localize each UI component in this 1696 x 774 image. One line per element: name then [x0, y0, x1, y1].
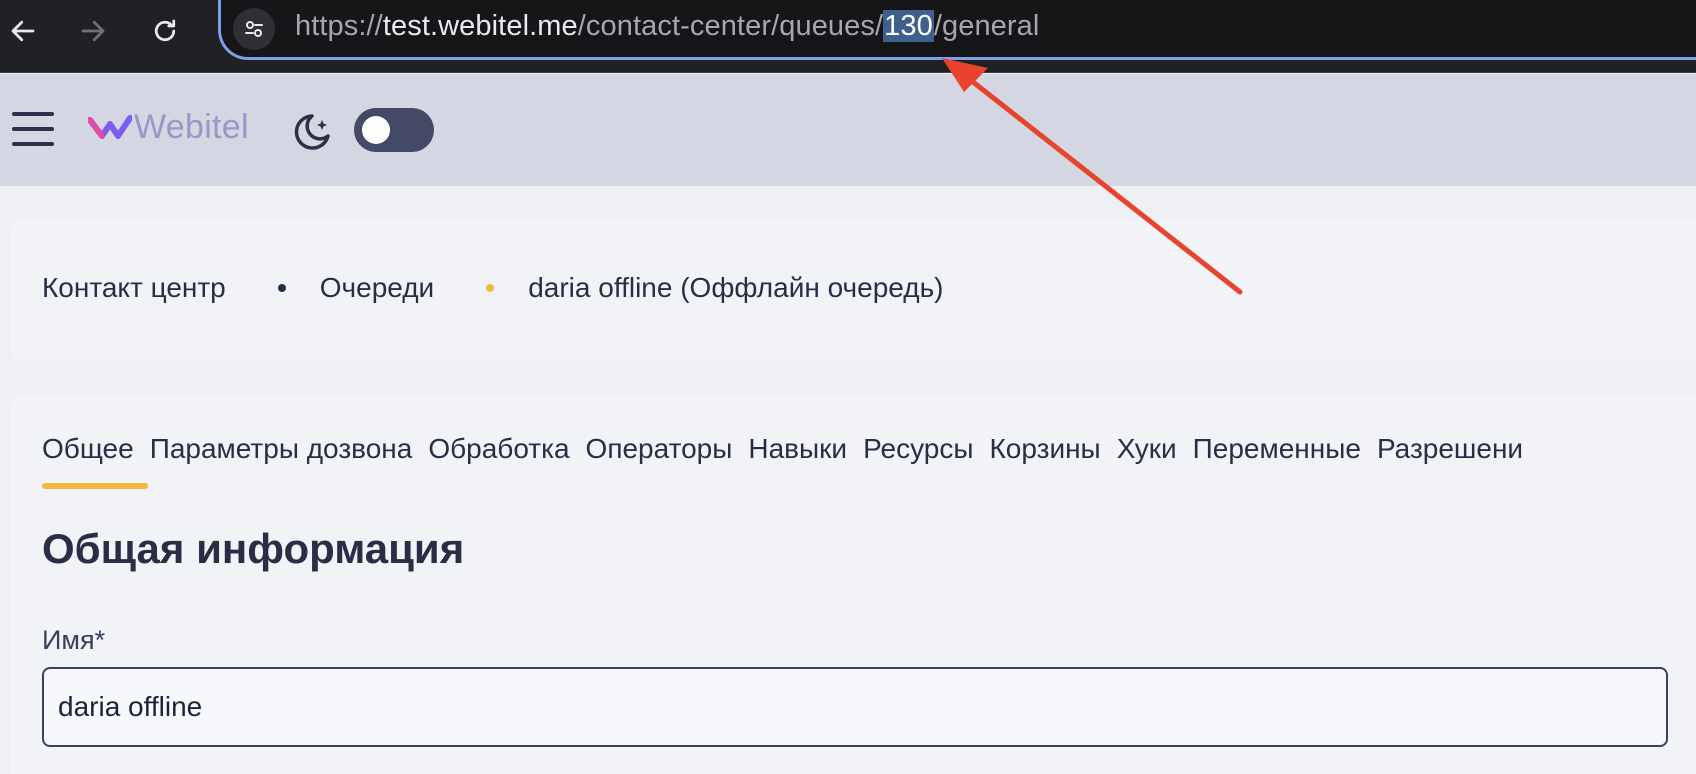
hamburger-icon-line: [12, 142, 54, 146]
main-card: Общее Параметры дозвона Обработка Операт…: [10, 395, 1696, 774]
breadcrumb-item-queues[interactable]: Очереди: [320, 272, 434, 304]
breadcrumb: Контакт центр Очереди daria offline (Офф…: [42, 272, 944, 304]
breadcrumb-separator-current: [486, 284, 495, 292]
url-path-end: /general: [933, 10, 1040, 42]
tab-bar: Общее Параметры дозвона Обработка Операт…: [42, 433, 1539, 465]
tab-buckets[interactable]: Корзины: [989, 433, 1100, 465]
back-button[interactable]: [0, 8, 46, 54]
forward-button[interactable]: [70, 8, 116, 54]
url-host: test.webitel.me: [382, 10, 578, 42]
logo-text: Webitel: [134, 108, 249, 146]
browser-toolbar: https://test.webitel.me/contact-center/q…: [0, 0, 1696, 73]
hamburger-icon: [12, 112, 54, 116]
tab-general[interactable]: Общее: [42, 433, 134, 465]
dark-mode-icon: [294, 114, 330, 150]
url-path: /contact-center/queues/: [577, 10, 884, 42]
site-settings-button[interactable]: [233, 8, 275, 50]
app-header: Webitel: [0, 74, 1696, 186]
active-tab-indicator: [42, 483, 148, 489]
name-field-label: Имя*: [42, 625, 106, 655]
breadcrumb-card: Контакт центр Очереди daria offline (Офф…: [10, 218, 1696, 361]
tab-skills[interactable]: Навыки: [748, 433, 847, 465]
url-scheme: https://: [295, 10, 383, 42]
url-text[interactable]: https://test.webitel.me/contact-center/q…: [295, 10, 1039, 43]
address-bar[interactable]: https://test.webitel.me/contact-center/q…: [218, 0, 1696, 60]
arrow-left-icon: [11, 20, 35, 42]
reload-icon: [154, 19, 176, 42]
webitel-logo-icon: [88, 114, 132, 139]
logo[interactable]: Webitel: [88, 108, 249, 147]
reload-button[interactable]: [142, 8, 188, 54]
arrow-right-icon: [81, 20, 105, 42]
tab-variables[interactable]: Переменные: [1193, 433, 1361, 465]
toggle-knob: [362, 116, 390, 144]
breadcrumb-separator: [277, 284, 286, 292]
tune-icon: [245, 21, 263, 37]
tab-agents[interactable]: Операторы: [586, 433, 733, 465]
tab-processing[interactable]: Обработка: [428, 433, 569, 465]
theme-toggle[interactable]: [354, 108, 434, 152]
name-field[interactable]: [42, 667, 1668, 747]
tab-hooks[interactable]: Хуки: [1117, 433, 1177, 465]
breadcrumb-item-current: daria offline (Оффлайн очередь): [528, 272, 944, 303]
menu-button[interactable]: [12, 112, 54, 146]
tab-permissions[interactable]: Разрешени: [1377, 433, 1523, 465]
url-selected-segment: 130: [883, 10, 934, 42]
breadcrumb-item-contact-center[interactable]: Контакт центр: [42, 272, 226, 304]
hamburger-icon-line: [12, 127, 54, 131]
tab-dial-params[interactable]: Параметры дозвона: [150, 433, 413, 465]
tab-resources[interactable]: Ресурсы: [863, 433, 973, 465]
section-title: Общая информация: [42, 525, 465, 572]
